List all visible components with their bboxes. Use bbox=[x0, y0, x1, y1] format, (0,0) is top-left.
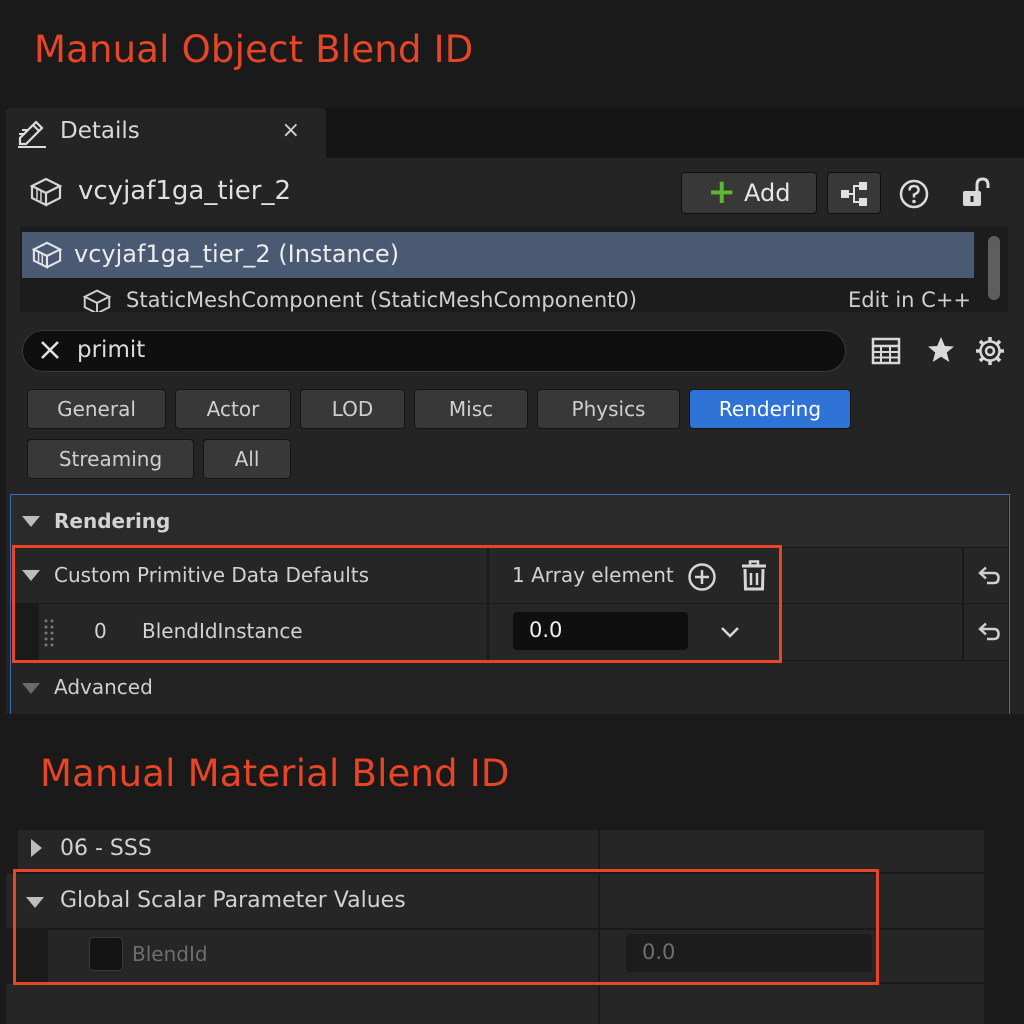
column-divider bbox=[487, 604, 489, 660]
element-name: BlendIdInstance bbox=[142, 619, 303, 643]
star-icon[interactable] bbox=[926, 335, 956, 365]
filter-all[interactable]: All bbox=[203, 439, 291, 479]
chevron-down-icon[interactable] bbox=[719, 622, 741, 642]
table-view-icon[interactable] bbox=[871, 336, 901, 366]
tree-scrollbar[interactable] bbox=[988, 236, 1000, 300]
annotation-heading-material: Manual Material Blend ID bbox=[40, 752, 510, 795]
rendering-category-header[interactable]: Rendering bbox=[11, 495, 1008, 547]
rendering-category-label: Rendering bbox=[54, 509, 171, 533]
add-button-label: Add bbox=[744, 179, 791, 207]
indent-gutter bbox=[6, 930, 48, 984]
pencil-icon bbox=[18, 120, 46, 148]
add-element-icon[interactable] bbox=[687, 562, 717, 592]
filter-actor[interactable]: Actor bbox=[175, 389, 291, 429]
collapsed-arrow-icon bbox=[31, 839, 42, 857]
column-divider bbox=[598, 830, 600, 872]
static-mesh-icon bbox=[29, 177, 63, 207]
expand-arrow-icon[interactable] bbox=[22, 570, 40, 581]
array-summary: 1 Array element bbox=[512, 563, 674, 587]
trash-icon[interactable] bbox=[739, 560, 769, 592]
tree-item-static-mesh-component[interactable]: StaticMeshComponent (StaticMeshComponent… bbox=[80, 286, 980, 312]
column-divider bbox=[962, 548, 964, 603]
expand-arrow-icon bbox=[22, 516, 40, 527]
tree-item-label: vcyjaf1ga_tier_2 (Instance) bbox=[74, 240, 400, 268]
close-icon[interactable]: × bbox=[282, 118, 300, 143]
hierarchy-icon bbox=[841, 182, 867, 206]
reset-to-default-icon[interactable] bbox=[977, 564, 1001, 588]
static-mesh-icon bbox=[31, 241, 63, 269]
blueprint-button[interactable] bbox=[827, 172, 881, 214]
clear-search-icon[interactable] bbox=[37, 337, 63, 363]
expand-arrow-icon bbox=[26, 897, 44, 908]
empty-row bbox=[6, 982, 984, 1024]
component-tree: vcyjaf1ga_tier_2 (Instance) StaticMeshCo… bbox=[20, 226, 1008, 312]
column-divider bbox=[598, 874, 600, 928]
search-value: primit bbox=[77, 337, 146, 363]
filter-rendering[interactable]: Rendering bbox=[689, 389, 851, 429]
advanced-label: Advanced bbox=[54, 675, 153, 699]
filter-physics[interactable]: Physics bbox=[537, 389, 680, 429]
annotation-heading-object: Manual Object Blend ID bbox=[34, 28, 474, 71]
global-scalar-label: Global Scalar Parameter Values bbox=[60, 888, 406, 913]
sss-label: 06 - SSS bbox=[60, 836, 152, 861]
static-mesh-icon bbox=[82, 289, 112, 312]
column-divider bbox=[598, 984, 600, 1024]
reset-to-default-icon[interactable] bbox=[977, 620, 1001, 644]
indent-gutter bbox=[11, 604, 39, 661]
override-checkbox[interactable] bbox=[89, 937, 123, 971]
plus-icon: + bbox=[707, 171, 737, 212]
custom-primitive-label: Custom Primitive Data Defaults bbox=[54, 563, 370, 587]
column-divider bbox=[487, 548, 489, 603]
gear-icon[interactable] bbox=[974, 335, 1006, 367]
filter-misc[interactable]: Misc bbox=[414, 389, 528, 429]
blend-id-value-field[interactable]: 0.0 bbox=[626, 934, 872, 972]
blend-id-instance-value-field[interactable]: 0.0 bbox=[513, 612, 688, 650]
add-component-button[interactable]: + Add bbox=[681, 172, 817, 214]
tree-item-label: StaticMeshComponent (StaticMeshComponent… bbox=[126, 288, 637, 312]
tree-item-instance[interactable]: vcyjaf1ga_tier_2 (Instance) bbox=[22, 232, 974, 278]
help-icon[interactable] bbox=[898, 178, 930, 210]
column-divider bbox=[598, 930, 600, 982]
global-scalar-row[interactable]: Global Scalar Parameter Values bbox=[6, 872, 984, 928]
column-divider bbox=[962, 604, 964, 660]
array-element-row: 0 BlendIdInstance bbox=[11, 603, 1008, 661]
advanced-row[interactable]: Advanced bbox=[11, 660, 1008, 714]
filter-lod[interactable]: LOD bbox=[300, 389, 405, 429]
actor-name: vcyjaf1ga_tier_2 bbox=[78, 176, 292, 206]
sss-category-row[interactable]: 06 - SSS bbox=[6, 828, 984, 874]
filter-general[interactable]: General bbox=[27, 389, 166, 429]
details-tab-label: Details bbox=[60, 118, 140, 144]
drag-handle-icon[interactable] bbox=[43, 618, 55, 648]
search-input[interactable]: primit bbox=[22, 330, 846, 372]
filter-streaming[interactable]: Streaming bbox=[27, 439, 194, 479]
screenshot-root: Manual Object Blend ID Details × vcyjaf1… bbox=[0, 0, 1024, 1024]
custom-primitive-data-row: Custom Primitive Data Defaults 1 Array e… bbox=[11, 547, 1008, 603]
element-index: 0 bbox=[94, 619, 107, 643]
blend-id-param-label: BlendId bbox=[132, 942, 208, 966]
edit-in-cpp-link[interactable]: Edit in C++ bbox=[848, 288, 971, 312]
details-tab[interactable]: Details × bbox=[6, 108, 326, 160]
unlock-icon[interactable] bbox=[960, 176, 990, 210]
indent-gutter bbox=[6, 830, 18, 874]
expand-arrow-icon bbox=[22, 683, 40, 694]
